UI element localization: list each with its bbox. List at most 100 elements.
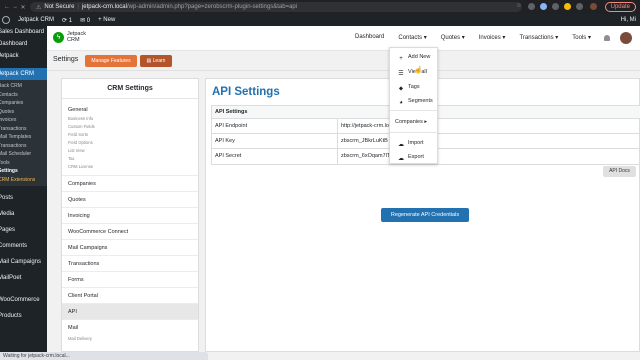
extension-icon[interactable] [576,3,583,10]
address-bar[interactable]: ⚠ Not Secure | jetpack-crm.local/wp-admi… [30,2,522,12]
dropdown-label: Import [408,140,424,146]
hand-cursor-icon: ☝ [414,67,423,74]
dropdown-tags[interactable]: ⬥ Tags [390,81,439,93]
plus-icon: + [399,56,403,62]
general-sub-link[interactable]: Business Info [68,115,192,123]
api-settings-title: API Settings [212,86,280,98]
cloud-download-icon: ☁ [398,156,404,162]
site-name-link[interactable]: Jetpack CRM [18,17,54,23]
dropdown-import[interactable]: ☁ Import [390,137,439,149]
sidebar-item-mailpoet[interactable]: MailPoet [0,270,47,286]
extension-icon[interactable] [540,3,547,10]
settings-row-client-portal[interactable]: Client Portal [62,287,198,303]
sidebar-item-jetpack[interactable]: Jetpack [0,50,47,62]
submenu-item[interactable]: Mail Scheduler [0,150,47,159]
profile-avatar[interactable] [590,3,597,10]
wordpress-logo-icon[interactable] [2,16,10,24]
submenu-item-extensions[interactable]: CRM Extensions [0,176,47,185]
dropdown-export[interactable]: ☁ Export [390,151,439,163]
settings-general-link[interactable]: General [68,105,192,115]
submenu-item[interactable]: Quotes [0,108,47,117]
api-endpoint-value[interactable]: http://jetpack-crm.lo [338,119,389,133]
submenu-item[interactable]: Invoices [0,116,47,125]
api-docs-button[interactable]: API Docs [603,166,636,177]
submenu-item[interactable]: Transactions [0,125,47,134]
sidebar-item-woocommerce[interactable]: WooCommerce [0,292,47,308]
sidebar-item-dashboard[interactable]: Dashboard [0,38,47,50]
api-secret-label: API Secret [212,149,338,164]
user-greeting[interactable]: Hi, Mi [621,17,636,23]
submenu-item[interactable]: Companies [0,99,47,108]
extension-icon[interactable] [564,3,571,10]
manage-features-button[interactable]: Manage Features [85,55,137,67]
menu-contacts[interactable]: Contacts ▾ [398,34,426,41]
tag-icon: ⬥ [398,86,404,92]
star-icon[interactable]: ☆ [514,2,524,9]
submenu-item[interactable]: Mail Templates [0,133,47,142]
submenu-item-settings[interactable]: Settings [0,167,47,176]
close-icon[interactable]: ✕ [18,4,28,11]
general-sub-link[interactable]: Field Options [68,139,192,147]
updates-count: 1 [68,17,73,24]
dropdown-label: Segments [408,98,433,104]
menu-quotes[interactable]: Quotes ▾ [441,34,465,41]
new-content-link[interactable]: + New [98,17,115,23]
regenerate-api-button[interactable]: Regenerate API Credentials [381,208,469,222]
updates-link[interactable]: ⟳ 1 [62,17,72,24]
sidebar-item-mail-campaigns[interactable]: Mail Campaigns [0,254,47,270]
learn-button[interactable]: ▤ Learn [140,55,172,67]
settings-row-forms[interactable]: Forms [62,271,198,287]
general-sub-link[interactable]: Field Sorts [68,131,192,139]
submenu-item[interactable]: Contacts [0,91,47,100]
sidebar-item-pages[interactable]: Pages [0,222,47,238]
notifications-bell-icon[interactable] [604,35,610,41]
general-sub-link[interactable]: Custom Fields [68,123,192,131]
sidebar-item-posts[interactable]: Posts [0,190,47,206]
avatar[interactable] [620,32,632,44]
general-sub-link[interactable]: Tax [68,155,192,163]
comments-link[interactable]: ✉ 0 [80,17,90,24]
panel-title: CRM Settings [62,79,198,99]
general-sub-link[interactable]: List View [68,147,192,155]
menu-transactions[interactable]: Transactions ▾ [519,34,558,41]
crm-settings-panel: CRM Settings General Business Info Custo… [61,78,199,352]
menu-invoices[interactable]: Invoices ▾ [479,34,506,41]
wp-admin-bar: Jetpack CRM ⟳ 1 ✉ 0 + New Hi, Mi [0,14,640,26]
settings-row-woocommerce[interactable]: WooCommerce Connect [62,223,198,239]
settings-row-companies[interactable]: Companies [62,175,198,191]
submenu-item[interactable]: Transactions [0,142,47,151]
learn-label: Learn [152,58,166,64]
settings-row-quotes[interactable]: Quotes [62,191,198,207]
sidebar-item-jetpack-crm[interactable]: Jetpack CRM [0,68,47,80]
cloud-upload-icon: ☁ [398,142,404,148]
api-key-value[interactable]: zbscrm_JBkrLuKtB [338,134,388,148]
logo-line-2: CRM [67,37,80,43]
general-sub-link[interactable]: CRM License [68,163,192,171]
api-secret-value[interactable]: zbscrm_6xOqam7lT [338,149,390,164]
contacts-dropdown-menu: + Add New ☰ View all ⬥ Tags ◕ Segments Compa… [389,47,439,164]
settings-row-mail[interactable]: Mail [62,319,198,335]
submenu-item[interactable]: Back CRM [0,82,47,91]
dropdown-companies[interactable]: Companies ▸ [390,116,439,128]
sidebar-item-sales-dashboard[interactable]: Sales Dashboard [0,26,47,38]
extension-icon[interactable] [528,3,535,10]
extension-icon[interactable] [552,3,559,10]
sidebar-item-products[interactable]: Products [0,308,47,324]
settings-row-mail-campaigns[interactable]: Mail Campaigns [62,239,198,255]
submenu-item[interactable]: Tools [0,159,47,168]
sidebar-item-comments[interactable]: Comments [0,238,47,254]
dropdown-label: Companies ▸ [395,119,428,125]
settings-row-invoicing[interactable]: Invoicing [62,207,198,223]
sidebar-item-media[interactable]: Media [0,206,47,222]
dropdown-label: Export [408,154,424,160]
update-button[interactable]: Update [604,2,636,12]
menu-dashboard[interactable]: Dashboard [355,34,384,41]
jetpack-crm-logo[interactable]: ϟ Jetpack CRM [53,31,86,43]
menu-tools[interactable]: Tools ▾ [572,34,591,41]
dropdown-add-new[interactable]: + Add New [390,51,439,63]
mail-sub-link[interactable]: Mail Delivery [62,335,198,343]
settings-row-transactions[interactable]: Transactions [62,255,198,271]
settings-row-api[interactable]: API [62,303,198,319]
jetpack-logo-icon: ϟ [53,31,64,43]
dropdown-segments[interactable]: ◕ Segments [390,95,439,107]
